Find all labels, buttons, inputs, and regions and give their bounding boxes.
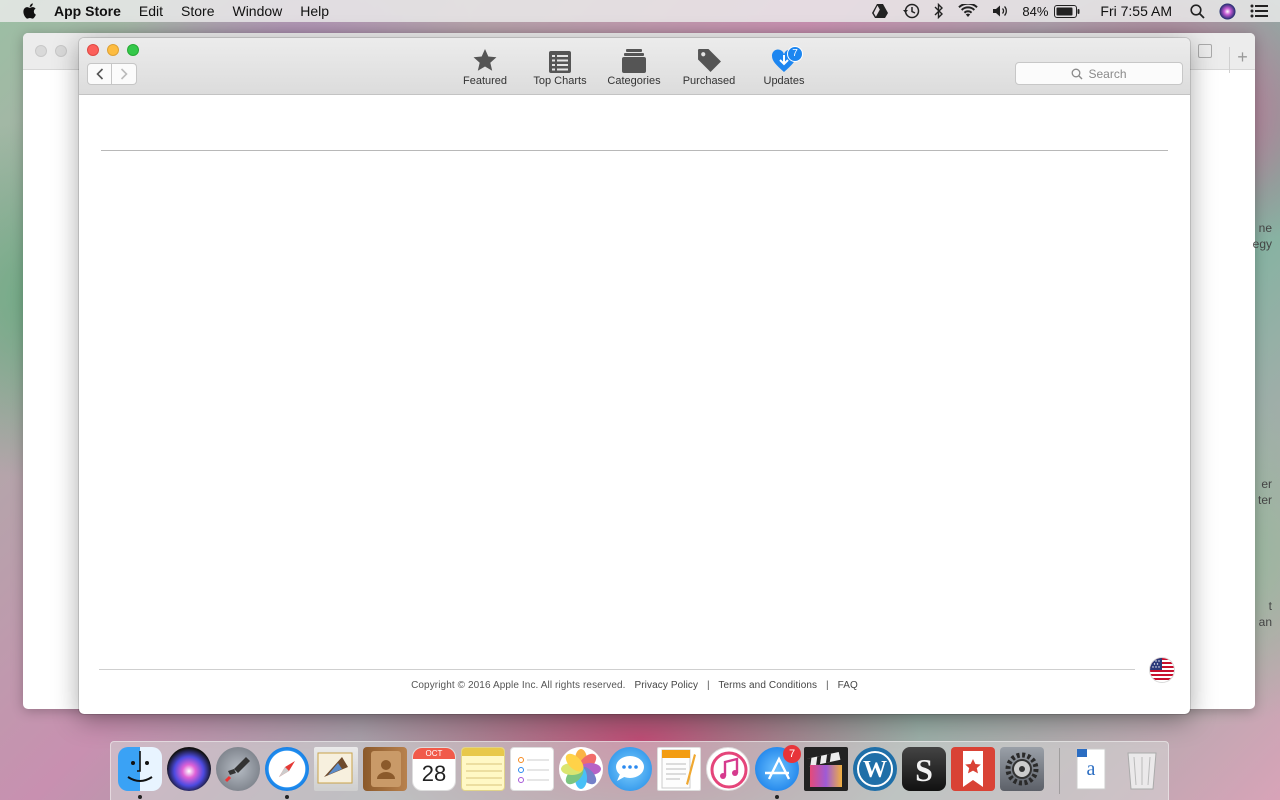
bluetooth-icon[interactable] — [934, 3, 944, 19]
spotlight-search-icon[interactable] — [1190, 3, 1205, 19]
svg-text:S: S — [915, 752, 933, 788]
calendar-month: OCT — [413, 748, 455, 759]
svg-text:a: a — [1087, 758, 1096, 780]
pages-icon[interactable] — [657, 747, 701, 791]
scrivener-icon[interactable]: S — [902, 747, 946, 791]
tab-featured-label: Featured — [462, 75, 508, 87]
battery-icon[interactable] — [1054, 4, 1080, 18]
safari-running-indicator — [285, 795, 289, 799]
notification-center-icon[interactable] — [1250, 4, 1268, 18]
time-machine-icon[interactable] — [902, 3, 920, 19]
bg-window-edge-text-2: er ter — [1257, 477, 1272, 507]
zoom-button[interactable] — [127, 44, 139, 56]
toolbar: Featured Top Charts Categories Purchased… — [79, 38, 1190, 95]
app-store-running-indicator — [775, 795, 779, 799]
footer-divider — [99, 669, 1135, 670]
wordpress-icon[interactable]: W — [853, 747, 897, 791]
chevron-right-icon — [120, 68, 128, 80]
bg-tab-overview-icon[interactable] — [1198, 44, 1212, 58]
back-button[interactable] — [87, 63, 112, 85]
bg-new-tab-button[interactable]: + — [1229, 47, 1255, 73]
system-preferences-icon[interactable] — [1000, 747, 1044, 791]
bg-close-button[interactable] — [35, 45, 47, 57]
volume-icon[interactable] — [992, 4, 1008, 18]
launchpad-icon[interactable] — [216, 747, 260, 791]
app-store-badge: 7 — [783, 745, 801, 763]
tab-top-charts[interactable]: Top Charts — [525, 47, 595, 87]
battery-percentage: 84% — [1022, 3, 1049, 19]
footer: Copyright © 2016 Apple Inc. All rights r… — [79, 680, 1190, 691]
messages-icon[interactable] — [608, 747, 652, 791]
google-drive-icon[interactable] — [872, 4, 889, 18]
tab-categories[interactable]: Categories — [599, 47, 669, 87]
tab-top-charts-label: Top Charts — [533, 75, 587, 87]
copyright-text: Copyright © 2016 Apple Inc. All rights r… — [411, 680, 626, 691]
menu-edit[interactable]: Edit — [139, 3, 163, 19]
forward-button[interactable] — [112, 63, 137, 85]
content-area: Copyright © 2016 Apple Inc. All rights r… — [79, 95, 1190, 714]
contacts-icon[interactable] — [363, 747, 407, 791]
star-icon — [473, 49, 497, 71]
list-icon — [549, 51, 571, 73]
boxes-icon — [622, 49, 646, 73]
siri-icon[interactable] — [167, 747, 211, 791]
menu-clock[interactable]: Fri 7:55 AM — [1100, 3, 1172, 19]
tab-featured[interactable]: Featured — [450, 47, 520, 87]
app-store-window: Featured Top Charts Categories Purchased… — [79, 38, 1190, 714]
tab-purchased-label: Purchased — [682, 75, 736, 87]
bg-minimize-button[interactable] — [55, 45, 67, 57]
us-flag-icon[interactable] — [1150, 658, 1174, 682]
finder-running-indicator — [138, 795, 142, 799]
minimize-button[interactable] — [107, 44, 119, 56]
document-stack-icon[interactable]: a — [1069, 747, 1113, 791]
final-cut-icon[interactable] — [804, 747, 848, 791]
menu-help[interactable]: Help — [300, 3, 329, 19]
wifi-icon[interactable] — [958, 4, 979, 18]
tab-categories-label: Categories — [607, 75, 661, 87]
photos-icon[interactable] — [559, 747, 603, 791]
menu-bar: App Store Edit Store Window Help 84% Fri… — [0, 0, 1280, 22]
tab-updates-label: Updates — [763, 75, 805, 87]
safari-icon[interactable] — [265, 747, 309, 791]
trash-icon[interactable] — [1120, 747, 1164, 791]
faq-link[interactable]: FAQ — [838, 680, 858, 691]
bg-window-edge-text-1: ne egy — [1252, 221, 1272, 251]
close-button[interactable] — [87, 44, 99, 56]
tab-updates[interactable]: 7 Updates — [749, 46, 819, 87]
menu-window[interactable]: Window — [232, 3, 282, 19]
menu-store[interactable]: Store — [181, 3, 214, 19]
footer-separator: | — [826, 680, 829, 691]
dock: OCT 28 7 W S a — [110, 741, 1169, 800]
search-placeholder: Search — [1088, 66, 1127, 81]
calendar-day: 28 — [421, 761, 447, 786]
apple-logo-icon[interactable] — [20, 2, 38, 20]
search-field[interactable]: Search — [1015, 62, 1183, 85]
chevron-left-icon — [95, 68, 103, 80]
wunderlist-icon[interactable] — [951, 747, 995, 791]
reminders-icon[interactable] — [510, 747, 554, 791]
itunes-icon[interactable] — [706, 747, 750, 791]
privacy-policy-link[interactable]: Privacy Policy — [634, 680, 698, 691]
bg-window-edge-text-3: t an — [1258, 599, 1272, 629]
footer-separator: | — [707, 680, 710, 691]
dock-separator — [1059, 748, 1060, 794]
mail-icon[interactable] — [314, 747, 358, 791]
siri-menu-icon[interactable] — [1219, 3, 1236, 20]
tag-icon — [697, 49, 721, 72]
menu-app-name[interactable]: App Store — [54, 3, 121, 19]
notes-icon[interactable] — [461, 747, 505, 791]
search-icon — [1072, 68, 1083, 79]
terms-and-conditions-link[interactable]: Terms and Conditions — [718, 680, 817, 691]
calendar-icon[interactable]: OCT 28 — [412, 747, 456, 791]
finder-icon[interactable] — [118, 747, 162, 791]
updates-badge: 7 — [787, 46, 803, 62]
content-divider — [101, 150, 1168, 151]
tab-purchased[interactable]: Purchased — [674, 47, 744, 87]
svg-text:W: W — [863, 757, 887, 783]
